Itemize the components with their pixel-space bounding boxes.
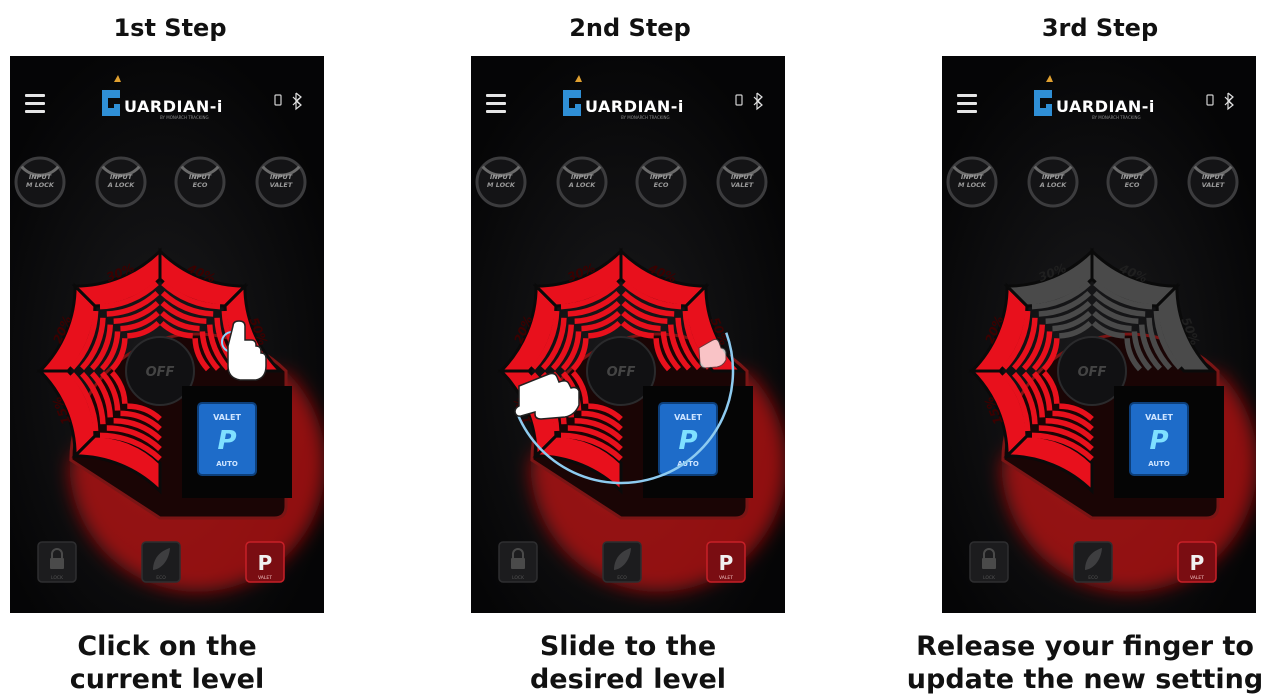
input-label-bottom: ECO [193, 181, 208, 189]
lock-button[interactable]: LOCK [37, 541, 77, 583]
mode-letter: P [217, 426, 236, 456]
brand-name: UARDIAN-i [124, 97, 223, 116]
mode-top-label: VALET [674, 413, 702, 422]
caption-line: Click on the [77, 631, 257, 662]
input-label-top: INPUT [490, 173, 513, 181]
off-label: OFF [607, 365, 636, 380]
phone-screenshot-step-2: UARDIAN-i BY MONARCH TRACKING INPUT M LOCK I… [471, 56, 785, 613]
valet-mode-box[interactable]: VALET P AUTO [1114, 386, 1224, 498]
lock-button[interactable]: LOCK [498, 541, 538, 583]
valet-button[interactable]: PVALET [1177, 541, 1217, 583]
input-label-top: INPUT [1121, 173, 1144, 181]
input-indicator-a-lock[interactable]: INPUTA LOCK [95, 156, 147, 208]
button-label: ECO [156, 575, 166, 581]
input-label-bottom: VALET [1202, 181, 1225, 189]
eco-button[interactable]: ECO [141, 541, 181, 583]
eco-button[interactable]: ECO [1073, 541, 1113, 583]
hamburger-menu-icon[interactable] [957, 94, 977, 113]
input-indicator-eco[interactable]: INPUTECO [174, 156, 226, 208]
caption-line: Slide to the [539, 631, 717, 662]
input-label-top: INPUT [1042, 173, 1065, 181]
input-label-top: INPUT [189, 173, 212, 181]
input-indicator-m-lock[interactable]: INPUTM LOCK [14, 156, 66, 208]
mode-letter: P [678, 426, 697, 456]
brand-tagline: BY MONARCH TRACKING [621, 115, 670, 120]
valet-button[interactable]: PVALET [245, 541, 285, 583]
input-label-top: INPUT [270, 173, 293, 181]
phone-screenshot-step-1: UARDIAN-i BY MONARCH TRACKING INPUT M LOCK I… [10, 56, 324, 613]
button-label: VALET [1190, 575, 1204, 581]
step-caption-1: Click on the current level [0, 630, 367, 696]
input-label-top: INPUT [1202, 173, 1225, 181]
valet-button[interactable]: PVALET [706, 541, 746, 583]
mode-top-label: VALET [1145, 413, 1173, 422]
p-icon: P [719, 551, 734, 575]
button-label: ECO [1088, 575, 1098, 581]
input-indicator-m-lock[interactable]: INPUTM LOCK [475, 156, 527, 208]
input-label-bottom: M LOCK [487, 181, 516, 189]
caption-line: update the new setting [906, 664, 1264, 695]
input-label-top: INPUT [571, 173, 594, 181]
input-label-top: INPUT [961, 173, 984, 181]
button-label: LOCK [983, 575, 996, 581]
valet-mode-box[interactable]: VALET P AUTO [182, 386, 292, 498]
input-label-bottom: M LOCK [26, 181, 55, 189]
mode-bottom-label: AUTO [1148, 460, 1170, 468]
input-label-bottom: M LOCK [958, 181, 987, 189]
input-label-bottom: A LOCK [107, 181, 135, 189]
input-label-bottom: ECO [1125, 181, 1140, 189]
phone-screenshot-step-3: UARDIAN-i BY MONARCH TRACKING INPUT M LOCK I… [942, 56, 1256, 613]
button-label: ECO [617, 575, 627, 581]
step-title-2: 2nd Step [569, 14, 691, 42]
off-label: OFF [146, 365, 175, 380]
p-icon: P [1190, 551, 1205, 575]
input-indicator-a-lock[interactable]: INPUTA LOCK [556, 156, 608, 208]
input-label-bottom: VALET [270, 181, 293, 189]
step-title-1: 1st Step [113, 14, 227, 42]
brand-tagline: BY MONARCH TRACKING [1092, 115, 1141, 120]
step-caption-2: Slide to the desired level [428, 630, 828, 696]
input-indicator-a-lock[interactable]: INPUTA LOCK [1027, 156, 1079, 208]
step-title-3: 3rd Step [1041, 14, 1159, 42]
caption-line: Release your finger to [916, 631, 1254, 662]
input-label-bottom: A LOCK [568, 181, 596, 189]
input-indicator-valet[interactable]: INPUTVALET [716, 156, 768, 208]
button-label: LOCK [512, 575, 525, 581]
valet-mode-box[interactable]: VALETPAUTO [643, 386, 753, 498]
mode-bottom-label: AUTO [216, 460, 238, 468]
brand-tagline: BY MONARCH TRACKING [160, 115, 209, 120]
input-indicator-m-lock[interactable]: INPUTM LOCK [946, 156, 998, 208]
mode-top-label: VALET [213, 413, 241, 422]
hamburger-menu-icon[interactable] [25, 94, 45, 113]
hamburger-menu-icon[interactable] [486, 94, 506, 113]
step-caption-3: Release your finger to update the new se… [885, 630, 1280, 696]
input-label-bottom: VALET [731, 181, 754, 189]
p-icon: P [258, 551, 273, 575]
input-label-bottom: ECO [654, 181, 669, 189]
input-indicator-eco[interactable]: INPUTECO [1106, 156, 1158, 208]
eco-button[interactable]: ECO [602, 541, 642, 583]
input-label-top: INPUT [650, 173, 673, 181]
button-label: VALET [719, 575, 733, 581]
input-label-top: INPUT [731, 173, 754, 181]
input-label-top: INPUT [29, 173, 52, 181]
brand-name: UARDIAN-i [1056, 97, 1155, 116]
input-label-bottom: A LOCK [1039, 181, 1067, 189]
mode-letter: P [1149, 426, 1168, 456]
input-indicator-valet[interactable]: INPUTVALET [255, 156, 307, 208]
off-label: OFF [1078, 365, 1107, 380]
lock-button[interactable]: LOCK [969, 541, 1009, 583]
brand-name: UARDIAN-i [585, 97, 684, 116]
input-indicator-valet[interactable]: INPUTVALET [1187, 156, 1239, 208]
caption-line: current level [69, 664, 265, 695]
caption-line: desired level [529, 664, 727, 695]
button-label: VALET [258, 575, 272, 581]
button-label: LOCK [51, 575, 64, 581]
input-indicator-eco[interactable]: INPUTECO [635, 156, 687, 208]
input-label-top: INPUT [110, 173, 133, 181]
